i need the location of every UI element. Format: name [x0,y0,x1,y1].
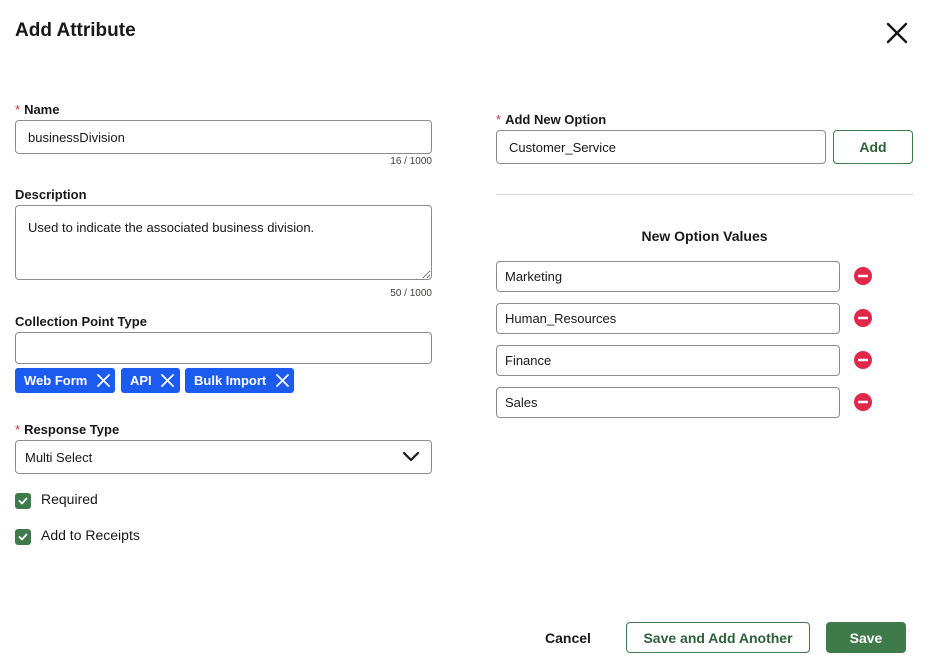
description-label: Description [15,187,87,202]
minus-circle-icon[interactable] [854,267,872,285]
save-and-add-another-button[interactable]: Save and Add Another [626,622,810,653]
required-star: * [15,422,21,437]
required-star: * [496,112,502,127]
description-counter: 50 / 1000 [390,288,432,299]
option-value-input[interactable] [496,261,840,292]
add-to-receipts-checkbox-label: Add to Receipts [41,527,140,543]
response-type-label-text: Response Type [24,422,120,437]
add-attribute-modal: Add Attribute *Name 16 / 1000 Descriptio… [0,0,930,671]
modal-title: Add Attribute [15,20,136,41]
option-value-input[interactable] [496,387,840,418]
close-button[interactable] [882,18,912,48]
name-input[interactable] [15,120,432,154]
pill-label: API [130,373,152,388]
description-textarea[interactable]: Used to indicate the associated business… [15,205,432,280]
pill-remove-button[interactable] [91,368,115,393]
add-to-receipts-checkbox[interactable] [15,529,31,545]
divider [496,194,913,195]
add-new-option-input[interactable] [496,130,826,164]
cancel-button[interactable]: Cancel [532,622,604,653]
add-option-button[interactable]: Add [833,130,913,164]
response-type-select[interactable]: Multi Select [15,440,432,474]
close-icon [96,374,110,387]
response-type-label: * Response Type [15,422,119,437]
minus-circle-icon[interactable] [854,393,872,411]
collection-point-label: Collection Point Type [15,314,147,329]
close-icon [275,374,289,387]
check-icon [18,533,28,541]
name-label: * Name [15,102,59,117]
pill-label: Web Form [24,373,88,388]
save-button[interactable]: Save [826,622,906,653]
add-new-option-label-text: Add New Option [505,112,607,127]
pill-label: Bulk Import [194,373,267,388]
check-icon [18,497,28,505]
required-checkbox-label: Required [41,491,98,507]
add-new-option-label: * Add New Option [496,112,606,127]
pill-remove-button[interactable] [270,368,294,393]
minus-circle-icon[interactable] [854,351,872,369]
pill-web-form: Web Form [15,368,116,393]
required-checkbox[interactable] [15,493,31,509]
pill-api: API [121,368,180,393]
name-label-text: Name [24,102,60,117]
close-icon [886,22,908,44]
response-type-value: Multi Select [25,449,93,465]
required-star: * [15,102,21,117]
option-value-input[interactable] [496,303,840,334]
close-icon [161,374,175,387]
option-value-input[interactable] [496,345,840,376]
new-option-values-title: New Option Values [641,228,768,244]
collection-point-input[interactable] [15,332,432,364]
name-counter: 16 / 1000 [390,156,432,167]
pill-remove-button[interactable] [156,368,180,393]
minus-circle-icon[interactable] [854,309,872,327]
chevron-down-icon [402,451,420,462]
pill-bulk-import: Bulk Import [185,368,295,393]
